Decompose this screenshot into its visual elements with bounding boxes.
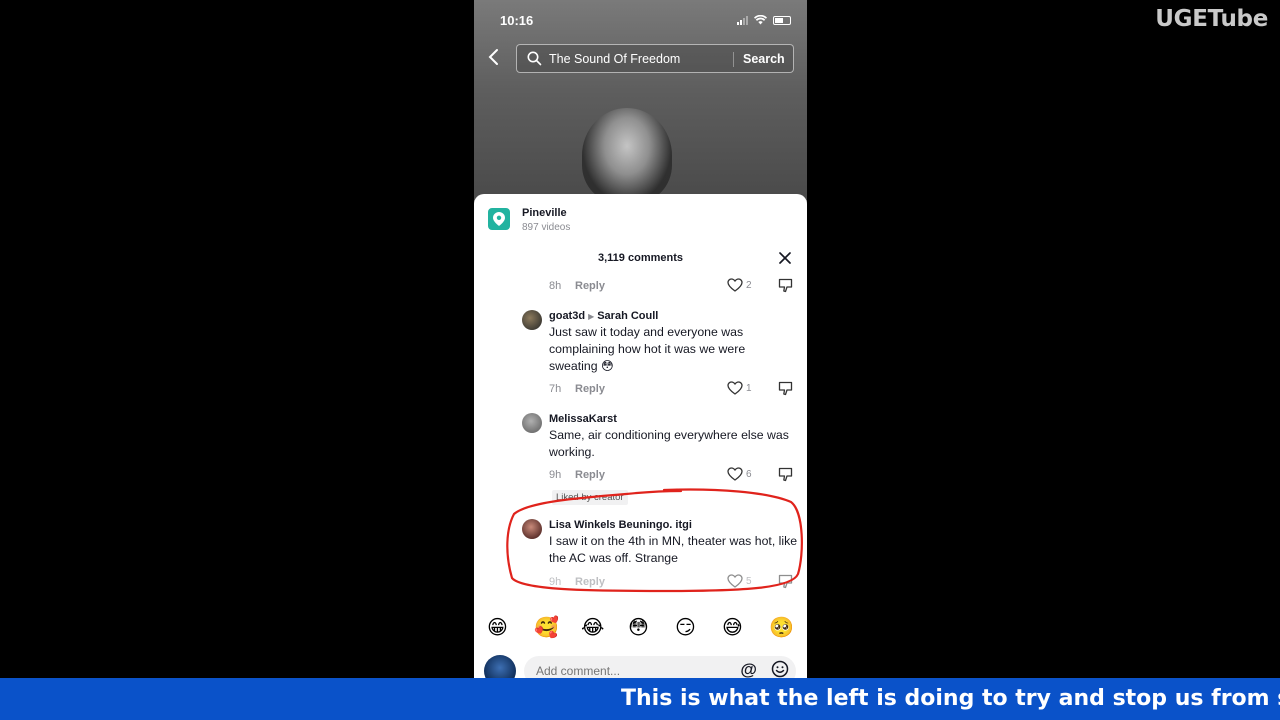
location-video-count: 897 videos <box>522 222 571 233</box>
dislike-button[interactable] <box>778 278 793 296</box>
comment-text: I saw it on the 4th in MN, theater was h… <box>549 534 798 565</box>
avatar[interactable] <box>522 413 542 433</box>
heart-icon <box>727 381 743 395</box>
like-count: 5 <box>746 575 752 587</box>
comment-username[interactable]: goat3d <box>549 310 585 322</box>
back-button[interactable] <box>486 47 508 71</box>
reply-button[interactable]: Reply <box>575 576 605 588</box>
thumbs-down-icon <box>778 381 793 396</box>
comment-meta: 8h Reply 2 <box>549 278 799 296</box>
emoji-picker-icon[interactable] <box>771 660 789 678</box>
search-divider <box>733 52 734 67</box>
comment-item: MelissaKarst Same, air conditioning ever… <box>522 413 797 461</box>
heart-icon <box>727 278 743 292</box>
emoji-button[interactable]: 😳 <box>628 616 649 640</box>
comment-item: goat3d ▶ Sarah Coull Just saw it today and… <box>522 310 797 375</box>
search-input[interactable]: The Sound Of Freedom <box>549 52 680 66</box>
comments-sheet: Pineville 897 videos 3,119 comments 8h R… <box>474 194 807 678</box>
search-button[interactable]: Search <box>743 52 785 66</box>
like-count: 6 <box>746 468 752 480</box>
search-icon <box>527 51 542 66</box>
comment-text: Just saw it today and everyone was compl… <box>549 325 746 373</box>
dislike-button[interactable] <box>778 467 793 485</box>
like-count: 1 <box>746 382 752 394</box>
comment-time: 8h <box>549 280 562 292</box>
location-pin-icon <box>488 208 510 230</box>
status-icons <box>737 15 791 25</box>
ticker-text: This is what the left is doing to try an… <box>621 686 1280 711</box>
thumbs-down-icon <box>778 278 793 293</box>
reply-button[interactable]: Reply <box>575 469 605 481</box>
like-button[interactable]: 1 <box>727 381 752 395</box>
reply-arrow-icon: ▶ <box>588 312 595 321</box>
comment-username[interactable]: Lisa Winkels Beuningo. itgi <box>549 519 799 531</box>
video-subject <box>582 108 672 203</box>
reply-button[interactable]: Reply <box>575 280 605 292</box>
reply-to-username[interactable]: Sarah Coull <box>597 310 658 322</box>
comment-text: Same, air conditioning everywhere else w… <box>549 428 789 459</box>
like-button[interactable]: 2 <box>727 278 752 292</box>
search-box[interactable]: The Sound Of Freedom Search <box>516 44 794 73</box>
comment-item: Lisa Winkels Beuningo. itgi I saw it on … <box>522 519 799 567</box>
heart-icon <box>727 467 743 481</box>
top-bar: The Sound Of Freedom Search <box>474 43 807 75</box>
comment-time: 9h <box>549 469 562 481</box>
close-button[interactable] <box>777 250 793 266</box>
status-bar: 10:16 <box>474 11 807 31</box>
comments-count: 3,119 comments <box>598 252 683 264</box>
channel-watermark: UGETube <box>1155 6 1268 32</box>
mention-icon[interactable]: @ <box>740 660 757 678</box>
emoji-button[interactable]: 🥰 <box>534 616 559 640</box>
dislike-button[interactable] <box>778 381 793 399</box>
liked-by-creator-badge: Liked by creator <box>552 490 628 505</box>
comment-time: 7h <box>549 383 562 395</box>
emoji-button[interactable]: 😏 <box>675 616 696 640</box>
emoji-button[interactable]: 😅 <box>722 616 743 640</box>
user-avatar[interactable] <box>484 655 516 678</box>
dislike-button[interactable] <box>778 574 793 592</box>
like-button[interactable]: 6 <box>727 467 752 481</box>
comment-author: goat3d ▶ Sarah Coull <box>549 310 797 322</box>
wifi-icon <box>754 15 767 25</box>
like-count: 2 <box>746 279 752 291</box>
like-button[interactable]: 5 <box>727 574 752 588</box>
status-time: 10:16 <box>500 13 534 28</box>
close-icon <box>779 252 791 264</box>
signal-icon <box>737 15 748 25</box>
comment-username[interactable]: MelissaKarst <box>549 413 797 425</box>
location-tag[interactable]: Pineville 897 videos <box>488 207 788 235</box>
comment-meta: 9h Reply 6 <box>549 467 799 485</box>
location-name: Pineville <box>522 207 567 219</box>
battery-icon <box>773 15 791 25</box>
heart-icon <box>727 574 743 588</box>
reply-button[interactable]: Reply <box>575 383 605 395</box>
emoji-button[interactable]: 😁 <box>487 616 508 640</box>
comment-meta: 7h Reply 1 <box>549 381 799 399</box>
emoji-quick-bar: 😁 🥰 😂 😳 😏 😅 🥺 <box>474 614 807 644</box>
phone-screen: 10:16 The Sound Of Freedom Search Pinevi… <box>474 0 807 678</box>
emoji-button[interactable]: 😂 <box>581 616 604 640</box>
comment-input-row: @ <box>474 652 807 678</box>
thumbs-down-icon <box>778 574 793 589</box>
emoji-button[interactable]: 🥺 <box>769 616 794 640</box>
thumbs-down-icon <box>778 467 793 482</box>
avatar[interactable] <box>522 519 542 539</box>
news-ticker: This is what the left is doing to try an… <box>0 678 1280 720</box>
comment-time: 9h <box>549 576 562 588</box>
avatar[interactable] <box>522 310 542 330</box>
chevron-left-icon <box>488 49 498 65</box>
comment-meta: 9h Reply 5 <box>549 574 799 592</box>
